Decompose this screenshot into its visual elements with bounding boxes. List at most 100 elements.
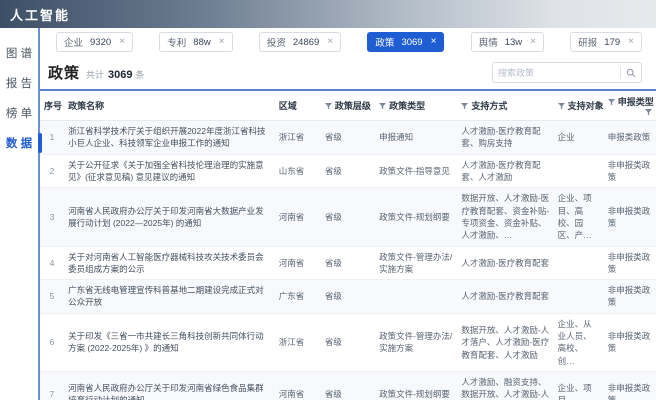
filter-icon[interactable] bbox=[324, 103, 332, 110]
region-cell: 浙江省 bbox=[278, 132, 305, 143]
sidebar-item-3[interactable]: 数 据 bbox=[0, 128, 42, 158]
close-icon[interactable]: × bbox=[628, 37, 634, 47]
tag-label: 投资 bbox=[266, 38, 286, 49]
support-target-cell bbox=[554, 246, 604, 280]
search-divider bbox=[620, 66, 621, 79]
column-header-3[interactable]: 政策层级 bbox=[321, 91, 375, 121]
row-number: 3 bbox=[49, 211, 55, 222]
table-row: 2 关于公开征求《关于加强全省科技伦理治理的实施意见》(征求意见稿) 意见建议的通… bbox=[40, 154, 656, 188]
region-cell: 山东省 bbox=[278, 165, 305, 176]
policy-name[interactable]: 河南省人民政府办公厅关于印发河南省绿色食品集群培育行动计划的通知 bbox=[64, 372, 275, 400]
total-suffix-label: 条 bbox=[135, 70, 145, 80]
tag-label: 舆情 bbox=[478, 38, 498, 49]
tag-count: 179 bbox=[604, 36, 621, 48]
policy-table: 序号 政策名称 区域 政策层级 政策类型 支持方式 支持对象 申报类型 1 浙江省科学技术厅关于… bbox=[40, 91, 656, 400]
level-cell: 省级 bbox=[324, 337, 342, 348]
sidebar: 图 谱报 告榜 单数 据 bbox=[0, 28, 42, 400]
support-target-cell: 企业、项目 bbox=[557, 383, 592, 400]
total-prefix-label: 共计 bbox=[86, 70, 105, 80]
app-window: 人工智能 图 谱报 告榜 单数 据 企业 9320 × 专利 88w × 投资 24869 × 政… bbox=[0, 0, 656, 400]
level-cell: 省级 bbox=[324, 211, 342, 222]
filter-tag-2[interactable]: 投资 24869 × bbox=[258, 32, 342, 52]
total-count: 3069 bbox=[108, 69, 133, 81]
apply-type-cell: 非申报类政策 bbox=[607, 251, 651, 274]
policy-name[interactable]: 浙江省科学技术厅关于组织开展2022年度浙江省科技小巨人企业、科技领军企业申报工… bbox=[64, 121, 275, 155]
policy-name[interactable]: 河南省人民政府办公厅关于印发河南省大数据产业发展行动计划 (2022—2025年… bbox=[64, 188, 275, 246]
filter-tag-0[interactable]: 企业 9320 × bbox=[56, 32, 133, 52]
tag-count: 13w bbox=[504, 36, 523, 48]
filter-icon[interactable] bbox=[645, 109, 652, 116]
policy-name[interactable]: 关于印发《三省一市共建长三角科技创新共同体行动方案 (2022-2025年) 》… bbox=[64, 313, 275, 371]
close-icon[interactable]: × bbox=[119, 37, 125, 47]
policy-name[interactable]: 广东省无线电管理宣传科普基地二期建设完成正式对公众开放 bbox=[64, 280, 275, 314]
row-number: 1 bbox=[49, 132, 55, 143]
row-number: 6 bbox=[49, 337, 55, 348]
apply-type-cell: 非申报类政策 bbox=[607, 285, 651, 308]
table-row: 5 广东省无线电管理宣传科普基地二期建设完成正式对公众开放 广东省 省级 人才激励-医疗… bbox=[40, 279, 656, 314]
close-icon[interactable]: × bbox=[530, 37, 536, 47]
support-mode-cell: 人才激励-医疗教育配套、人才激励 bbox=[461, 159, 541, 182]
search-icon[interactable] bbox=[626, 68, 636, 78]
apply-type-cell: 非申报类政策 bbox=[607, 383, 651, 400]
apply-type-cell: 非申报类政策 bbox=[607, 331, 651, 354]
panel-header: 政策 共计 3069 条 bbox=[40, 60, 656, 91]
table-row: 4 关于对河南省人工智能医疗器械科技攻关技术委员会委员组成方案的公示 河南省 省级 政策… bbox=[40, 246, 656, 280]
section-title: 政策 bbox=[48, 65, 81, 82]
tag-label: 专利 bbox=[167, 38, 187, 49]
column-header-label: 政策类型 bbox=[389, 101, 426, 111]
policy-name[interactable]: 关于对河南省人工智能医疗器械科技攻关技术委员会委员组成方案的公示 bbox=[64, 246, 275, 280]
sidebar-item-0[interactable]: 图 谱 bbox=[0, 38, 38, 68]
column-header-7[interactable]: 申报类型 bbox=[604, 91, 656, 121]
region-cell: 广东省 bbox=[278, 291, 305, 302]
filter-tag-4[interactable]: 舆情 13w × bbox=[470, 32, 544, 52]
support-mode-cell: 人才激励-医疗教育配套 bbox=[461, 257, 550, 268]
table-row: 3 河南省人民政府办公厅关于印发河南省大数据产业发展行动计划 (2022—2025… bbox=[40, 187, 656, 246]
row-number: 4 bbox=[49, 257, 55, 268]
tag-label: 政策 bbox=[375, 38, 395, 49]
tag-count: 88w bbox=[193, 36, 211, 48]
filter-tag-1[interactable]: 专利 88w × bbox=[159, 32, 233, 52]
filter-icon[interactable] bbox=[557, 103, 565, 110]
close-icon[interactable]: × bbox=[431, 37, 437, 47]
page-title: 人工智能 bbox=[10, 7, 71, 23]
region-cell: 河南省 bbox=[278, 389, 305, 400]
column-header-0: 序号 bbox=[40, 91, 64, 121]
table-header: 序号 政策名称 区域 政策层级 政策类型 支持方式 支持对象 申报类型 bbox=[40, 91, 656, 121]
column-header-4[interactable]: 政策类型 bbox=[375, 91, 457, 121]
row-number: 2 bbox=[49, 165, 55, 176]
filter-tag-5[interactable]: 研报 179 × bbox=[570, 32, 642, 52]
tag-count: 3069 bbox=[401, 36, 423, 48]
region-cell: 河南省 bbox=[278, 211, 305, 222]
column-header-label: 支持方式 bbox=[471, 101, 508, 111]
region-cell: 河南省 bbox=[278, 257, 305, 268]
support-mode-cell: 人才激励-医疗教育配套、购房支持 bbox=[461, 126, 541, 149]
policy-type-cell: 政策文件-规划纲要 bbox=[379, 389, 450, 400]
sidebar-item-2[interactable]: 榜 单 bbox=[0, 98, 38, 128]
table-body: 1 浙江省科学技术厅关于组织开展2022年度浙江省科技小巨人企业、科技领军企业申报… bbox=[40, 120, 656, 400]
filter-tag-3[interactable]: 政策 3069 × bbox=[367, 32, 445, 52]
support-mode-cell: 数据开放、人才激励-医疗教育配套、资金补贴-专项资金、资金补贴、人才激励、… bbox=[461, 193, 550, 241]
policy-name[interactable]: 关于公开征求《关于加强全省科技伦理治理的实施意见》(征求意见稿) 意见建议的通知 bbox=[64, 154, 275, 188]
content-area: 企业 9320 × 专利 88w × 投资 24869 × 政策 3069 × 舆情 13w × 研报 179 ×… bbox=[40, 28, 656, 400]
tag-label: 企业 bbox=[64, 38, 84, 49]
filter-icon[interactable] bbox=[607, 99, 615, 106]
column-header-label: 政策名称 bbox=[68, 101, 105, 111]
apply-type-cell: 申报类政策 bbox=[607, 132, 651, 143]
column-header-6[interactable]: 支持对象 bbox=[554, 91, 604, 121]
tag-count: 9320 bbox=[90, 36, 112, 48]
support-mode-cell: 数据开放、人才激励-人才落户、人才激励-医疗教育配套、人才激励 bbox=[461, 324, 550, 360]
policy-type-cell: 政策文件-管理办法/实施方案 bbox=[379, 251, 453, 274]
policy-type-cell bbox=[375, 280, 457, 314]
region-cell: 浙江省 bbox=[278, 337, 305, 348]
filter-icon[interactable] bbox=[379, 103, 387, 110]
panel-title-group: 政策 共计 3069 条 bbox=[48, 62, 145, 83]
support-target-cell: 企业、从业人员、高校、创… bbox=[557, 318, 592, 366]
column-header-label: 支持对象 bbox=[567, 101, 604, 111]
column-header-5[interactable]: 支持方式 bbox=[457, 91, 553, 121]
search-box bbox=[492, 62, 642, 83]
close-icon[interactable]: × bbox=[327, 37, 333, 47]
search-input[interactable] bbox=[498, 67, 615, 78]
close-icon[interactable]: × bbox=[219, 37, 225, 47]
filter-icon[interactable] bbox=[461, 103, 469, 110]
sidebar-item-1[interactable]: 报 告 bbox=[0, 68, 38, 98]
